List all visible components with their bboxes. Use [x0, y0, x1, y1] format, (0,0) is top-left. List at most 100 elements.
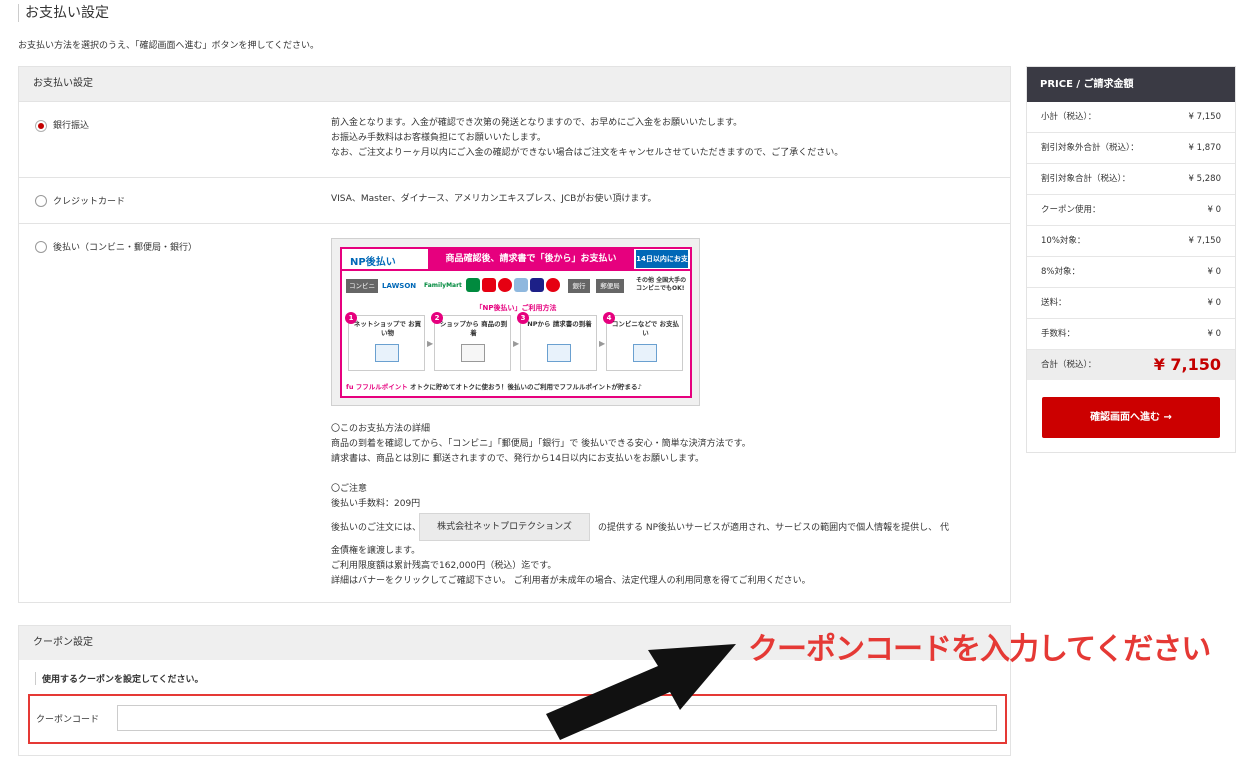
company-name-badge: 株式会社ネットプロテクションズ: [419, 513, 590, 541]
bank-transfer-desc-line: 前入金となります。入金が確認でき次第の発送となりますので、お早めにご入金をお願い…: [331, 118, 743, 128]
annotation-text: クーポンコードを入力してください: [748, 632, 1211, 667]
price-row-value: ¥ 7,150: [1188, 236, 1221, 246]
np-other-stores-ok: その他 全国大手の コンビニでもOK!: [636, 277, 687, 292]
familymart-logo: FamilyMart: [424, 282, 462, 289]
np-logo: NP後払い: [350, 257, 396, 268]
np-step-2: 2 ショップから 商品の到着: [431, 312, 511, 371]
price-row-label: クーポン使用：: [1041, 205, 1101, 215]
daily-yamazaki-icon: [546, 278, 560, 292]
bank-transfer-description: 前入金となります。入金が確認でき次第の発送となりますので、お早めにご入金をお願い…: [331, 116, 843, 161]
price-row-label: 手数料：: [1041, 329, 1076, 339]
np-banner-top: NP後払い 商品確認後、請求書で「後から」お支払い 14日以内にお支払い: [342, 249, 690, 281]
price-total-value: ¥ 7,150: [1153, 355, 1221, 374]
np-arrow-icon: ▶: [513, 339, 520, 348]
price-row-tax8: 8%対象： ¥ 0: [1027, 257, 1235, 288]
price-row-value: ¥ 1,870: [1188, 143, 1221, 153]
coupon-highlight-frame: クーポンコード: [28, 694, 1007, 744]
poplar-icon: [482, 278, 496, 292]
price-row-label: 8%対象：: [1041, 267, 1080, 277]
page-description: お支払い方法を選択のうえ、「確認画面へ進む」ボタンを押してください。: [18, 41, 319, 51]
fufururu-point-logo: fu フフルルポイント: [346, 383, 408, 391]
price-row-value: ¥ 5,280: [1188, 174, 1221, 184]
price-row-value: ¥ 0: [1207, 267, 1221, 277]
ministop-icon: [530, 278, 544, 292]
payment-option-credit-card[interactable]: クレジットカード VISA、Master、ダイナース、アメリカンエキスプレス、J…: [19, 177, 1010, 223]
deferred-fee: 後払い手数料：209円: [331, 499, 421, 509]
payment-option-deferred[interactable]: 後払い（コンビニ・郵便局・銀行） NP後払い 商品確認後、請求書で「後から」お支…: [19, 223, 1010, 603]
deferred-payment-label[interactable]: 後払い（コンビニ・郵便局・銀行）: [53, 240, 197, 253]
price-row-fee: 手数料： ¥ 0: [1027, 319, 1235, 350]
price-row-value: ¥ 0: [1207, 298, 1221, 308]
payment-settings-header: お支払い設定: [19, 67, 1010, 101]
details-line: 請求書は、商品とは別に 郵送されますので、発行から14日以内にお支払いをお願いし…: [331, 454, 705, 464]
bank-transfer-desc-line: お振込み手数料はお客様負担にてお願いいたします。: [331, 133, 546, 143]
price-row-coupon: クーポン使用： ¥ 0: [1027, 195, 1235, 226]
bank-transfer-label[interactable]: 銀行振込: [53, 118, 89, 131]
np-chip-post-office: 郵便局: [596, 279, 624, 293]
np-usage-title: 「NP後払い」ご利用方法: [475, 304, 557, 312]
confirm-button[interactable]: 確認画面へ進む →: [1042, 397, 1220, 438]
lawson-logo: LAWSON: [382, 282, 417, 290]
np-step-text: ショップから 商品の到着: [439, 320, 508, 337]
details-line: 後払いのご注文には、: [331, 523, 422, 533]
package-icon: [461, 344, 485, 362]
price-row-non-discount: 割引対象外合計（税込）： ¥ 1,870: [1027, 133, 1235, 164]
radio-credit-card[interactable]: [35, 195, 47, 207]
annotation-arrow-icon: [546, 644, 736, 740]
np-chip-bank: 銀行: [568, 279, 590, 293]
circle-k-icon: [498, 278, 512, 292]
np-chip-convenience: コンビニ: [346, 279, 378, 293]
price-row-value: ¥ 0: [1207, 205, 1221, 215]
np-step-text: ネットショップで お買い物: [353, 320, 422, 337]
price-row-shipping: 送料： ¥ 0: [1027, 288, 1235, 319]
np-step-text: NPから 請求書の到着: [527, 320, 592, 328]
price-row-tax10: 10%対象： ¥ 7,150: [1027, 226, 1235, 257]
price-row-label: 10%対象：: [1041, 236, 1086, 246]
credit-card-description: VISA、Master、ダイナース、アメリカンエキスプレス、JCBがお使い頂けま…: [331, 194, 657, 204]
np-store-strip: コンビニ LAWSON FamilyMart 銀行 郵便局 その他 全国大手の …: [346, 277, 686, 297]
price-row-label: 小計（税込）：: [1041, 112, 1097, 122]
np-point-promo: fu フフルルポイント オトクに貯めてオトクに使おう！後払いのご利用でフフルルポ…: [346, 381, 686, 391]
radio-bank-transfer[interactable]: [35, 120, 47, 132]
price-header: PRICE / ご請求金額: [1027, 67, 1235, 102]
coupon-subheading: 使用するクーポンを設定してください。: [35, 672, 203, 685]
payment-option-bank-transfer[interactable]: 銀行振込 前入金となります。入金が確認でき次第の発送となりますので、お早めにご入…: [19, 101, 1010, 177]
bank-transfer-desc-line: なお、ご注文よりーヶ月以内にご入金の確認ができない場合はご注文をキャンセルさせて…: [331, 148, 844, 158]
coupon-code-label: クーポンコード: [36, 715, 100, 725]
np-step-4: 4 コンビニなどで お支払い: [603, 312, 683, 371]
price-row-label: 割引対象外合計（税込）：: [1041, 143, 1139, 153]
np-step-1: 1 ネットショップで お買い物: [345, 312, 425, 371]
invoice-icon: [547, 344, 571, 362]
deferred-payment-details: 〇このお支払方法の詳細 商品の到着を確認してから、「コンビニ」「郵便局」「銀行」…: [331, 422, 1001, 512]
price-row-label: 送料：: [1041, 298, 1067, 308]
convenience-store-icon: [633, 344, 657, 362]
computer-icon: [375, 344, 399, 362]
page-title: お支払い設定: [18, 4, 109, 22]
details-line: 詳細はバナーをクリックしてご確認下さい。 ご利用者が未成年の場合、法定代理人の利…: [331, 576, 811, 586]
price-summary-panel: PRICE / ご請求金額 小計（税込）： ¥ 7,150 割引対象外合計（税込）…: [1026, 66, 1236, 453]
seven-eleven-icon: [466, 278, 480, 292]
price-total-label: 合計（税込）：: [1041, 360, 1097, 370]
price-row-value: ¥ 7,150: [1188, 112, 1221, 122]
price-total-row: 合計（税込）： ¥ 7,150: [1027, 350, 1235, 380]
details-heading: 〇このお支払方法の詳細: [331, 424, 431, 434]
price-row-label: 割引対象合計（税込）：: [1041, 174, 1131, 184]
details-line: 商品の到着を確認してから、「コンビニ」「郵便局」「銀行」で 後払いできる安心・簡…: [331, 439, 751, 449]
notice-heading: 〇ご注意: [331, 484, 368, 494]
price-row-discount: 割引対象合計（税込）： ¥ 5,280: [1027, 164, 1235, 195]
np-slogan: 商品確認後、請求書で「後から」お支払い: [428, 249, 634, 269]
details-line: 金債権を譲渡します。: [331, 546, 421, 556]
store-icon: [514, 278, 528, 292]
credit-card-label[interactable]: クレジットカード: [53, 194, 125, 207]
payment-settings-panel: お支払い設定 銀行振込 前入金となります。入金が確認でき次第の発送となりますので…: [18, 66, 1011, 603]
details-line: ご利用限度額は累計残高で162,000円（税込）迄です。: [331, 561, 557, 571]
np-payment-banner[interactable]: NP後払い 商品確認後、請求書で「後から」お支払い 14日以内にお支払い コンビ…: [331, 238, 700, 406]
price-row-subtotal: 小計（税込）： ¥ 7,150: [1027, 102, 1235, 133]
np-badge: 14日以内にお支払い: [636, 250, 688, 281]
np-step-text: コンビニなどで お支払い: [611, 320, 680, 337]
details-line: の提供する NP後払いサービスが適用され、サービスの範囲内で個人情報を提供し、 …: [598, 523, 949, 533]
radio-deferred-payment[interactable]: [35, 241, 47, 253]
np-step-3: 3 NPから 請求書の到着: [517, 312, 597, 371]
np-arrow-icon: ▶: [599, 339, 606, 348]
